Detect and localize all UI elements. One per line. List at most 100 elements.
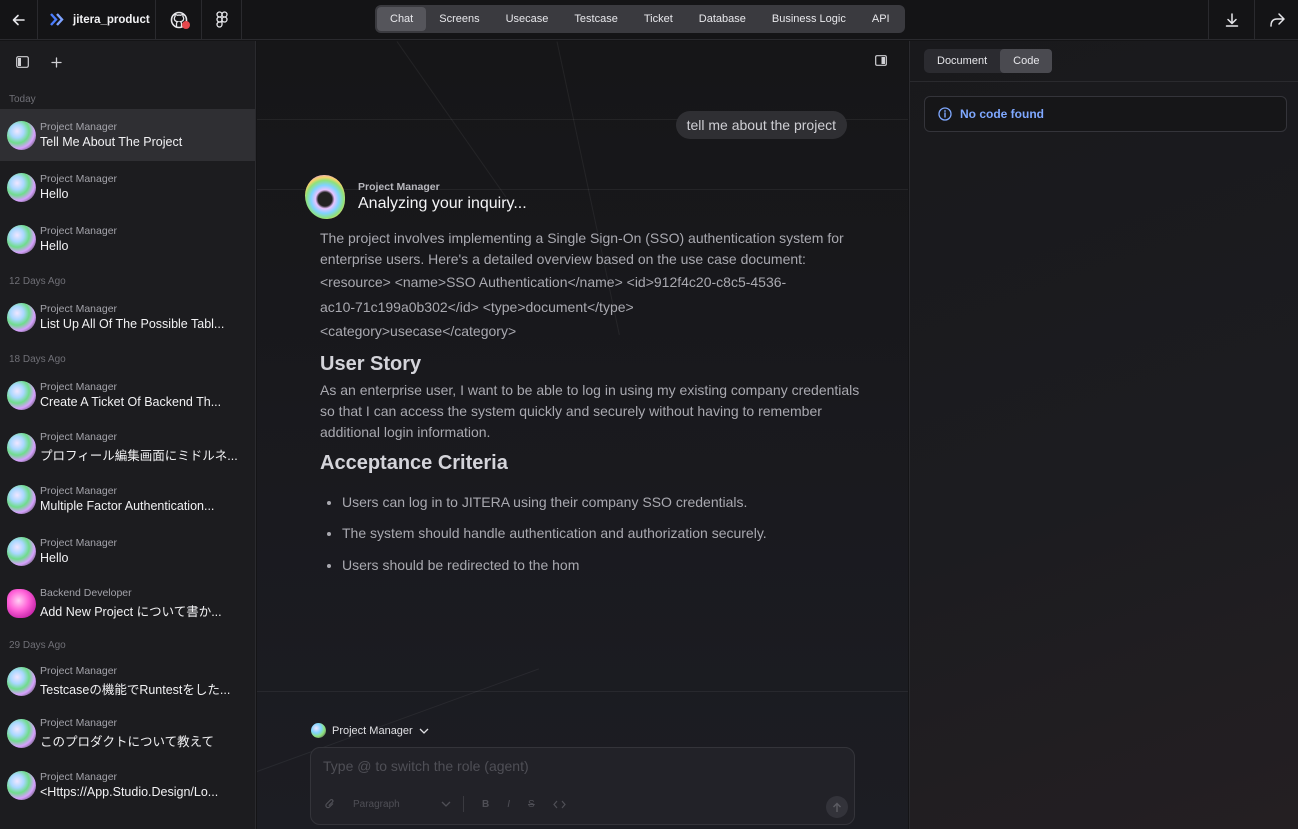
chat-history-item[interactable]: Project Manager Hello [0, 161, 255, 213]
arrow-left-icon [12, 14, 25, 25]
chevron-down-icon[interactable] [441, 801, 451, 807]
project-switcher[interactable]: jitera_product [38, 0, 156, 40]
chat-history-title: Multiple Factor Authentication... [40, 499, 215, 513]
avatar [7, 432, 36, 462]
tab-usecase[interactable]: Usecase [493, 7, 562, 31]
chat-history-sidebar: Today Project Manager Tell Me About The Pr… [0, 41, 256, 829]
chat-history-text: Project Manager Multiple Factor Authentic… [40, 485, 240, 513]
chat-history-item[interactable]: Project Manager プロフィール編集画面にミドルネ... [0, 421, 255, 473]
tab-document[interactable]: Document [924, 49, 1000, 73]
chat-history-item[interactable]: Project Manager List Up All Of The Possib… [0, 291, 255, 343]
chat-history-role: Project Manager [40, 173, 118, 185]
list-item: The system should handle authentication … [320, 518, 860, 550]
avatar [7, 536, 36, 566]
github-button[interactable] [156, 0, 202, 40]
share-icon [1269, 13, 1285, 27]
chat-history-role: Project Manager [40, 121, 118, 133]
chat-history-title: Testcaseの機能でRuntestをした... [40, 682, 231, 697]
chat-history-item[interactable]: Project Manager Testcaseの機能でRuntestをした... [0, 655, 255, 707]
chat-history-title: Hello [40, 187, 69, 201]
paperclip-icon[interactable] [325, 798, 335, 810]
chat-history-item[interactable]: Project Manager Hello [0, 525, 255, 577]
chat-history-item[interactable]: Project Manager このプロダクトについて教えて [0, 707, 255, 759]
chat-history-text: Project Manager List Up All Of The Possib… [40, 303, 240, 331]
resource-line: <category>usecase</category> [320, 323, 517, 339]
agent-role: Project Manager [358, 181, 440, 193]
avatar [7, 302, 36, 332]
list-item: Users can log in to JITERA using their c… [320, 487, 860, 519]
chat-history-text: Project Manager <Https://App.Studio.Desig… [40, 771, 240, 799]
format-select[interactable]: Paragraph [353, 799, 423, 810]
tab-screens[interactable]: Screens [426, 7, 492, 31]
chat-history-item[interactable]: Project Manager Tell Me About The Project [0, 109, 255, 161]
empty-state-notice: No code found [924, 96, 1287, 132]
criteria-list: Users can log in to JITERA using their c… [320, 487, 860, 582]
tab-business-logic[interactable]: Business Logic [759, 7, 859, 31]
send-button[interactable] [826, 796, 848, 818]
tab-testcase[interactable]: Testcase [561, 7, 630, 31]
chevron-down-icon [419, 728, 429, 734]
avatar [7, 484, 36, 514]
figma-icon [215, 11, 228, 28]
panel-tabs: Document Code [924, 49, 1053, 73]
chat-history-text: Project Manager Tell Me About The Project [40, 121, 240, 149]
heading-user-story: User Story [320, 352, 422, 375]
chat-history-item[interactable]: Project Manager Create A Ticket Of Backen… [0, 369, 255, 421]
chat-history-item[interactable]: Project Manager Multiple Factor Authentic… [0, 473, 255, 525]
chat-history-title: プロフィール編集画面にミドルネ... [40, 448, 238, 463]
italic-button[interactable]: I [507, 799, 510, 810]
chat-history-role: Project Manager [40, 485, 118, 497]
sidebar-toolbar [0, 41, 255, 83]
history-group-label: 12 Days Ago [9, 276, 66, 287]
avatar [7, 224, 36, 254]
chat-history-title: Add New Project について書か... [40, 604, 222, 619]
tab-api[interactable]: API [859, 7, 903, 31]
toolbar-divider [463, 796, 464, 812]
chat-history-role: Project Manager [40, 225, 118, 237]
bold-button[interactable]: B [482, 799, 489, 810]
top-bar: jitera_product Chat Screens Usecase Test… [0, 0, 1298, 40]
composer-toolbar: Paragraph B I S [325, 796, 566, 812]
chat-history-item[interactable]: Project Manager Hello [0, 213, 255, 265]
chat-history-title: Hello [40, 551, 69, 565]
download-button[interactable] [1208, 0, 1254, 40]
back-button[interactable] [0, 0, 38, 40]
agent-status: Analyzing your inquiry... [358, 195, 527, 212]
user-story-text: As an enterprise user, I want to be able… [320, 381, 860, 440]
avatar [7, 770, 36, 800]
avatar [7, 588, 36, 618]
chat-history-role: Project Manager [40, 430, 118, 443]
agent-header: Project Manager Analyzing your inquiry..… [305, 175, 527, 219]
chat-history-item[interactable]: Project Manager <Https://App.Studio.Desig… [0, 759, 255, 811]
message-composer: Paragraph B I S [310, 747, 855, 825]
avatar [7, 666, 36, 696]
message-input[interactable] [323, 758, 823, 774]
share-button[interactable] [1254, 0, 1298, 40]
chat-area: tell me about the project Project Manage… [257, 41, 908, 829]
tab-code[interactable]: Code [1000, 49, 1053, 73]
role-selector[interactable]: Project Manager [311, 723, 429, 738]
divider [910, 81, 1298, 82]
code-icon[interactable] [552, 800, 566, 809]
sidebar-toggle-icon[interactable] [16, 56, 29, 68]
plus-icon[interactable] [51, 56, 62, 68]
chat-history-text: Project Manager プロフィール編集画面にミドルネ... [40, 431, 240, 464]
github-error-badge [182, 20, 190, 29]
chat-history-text: Project Manager Create A Ticket Of Backen… [40, 381, 240, 409]
history-group-label: 29 Days Ago [9, 640, 66, 651]
resource-line: <resource> <name>SSO Authentication</nam… [320, 274, 787, 290]
send-icon [833, 802, 841, 812]
tab-chat[interactable]: Chat [377, 7, 427, 31]
chat-history-text: Project Manager Testcaseの機能でRuntestをした... [40, 665, 240, 698]
tab-ticket[interactable]: Ticket [631, 7, 686, 31]
strikethrough-button[interactable]: S [528, 799, 535, 810]
panel-toggle-icon[interactable] [875, 55, 887, 66]
tab-database[interactable]: Database [686, 7, 759, 31]
chat-history-role: Backend Developer [40, 586, 132, 599]
figma-button[interactable] [202, 0, 242, 40]
chat-history-text: Project Manager このプロダクトについて教えて [40, 717, 240, 750]
info-icon [938, 107, 952, 121]
chat-history-item[interactable]: Backend Developer Add New Project について書か.… [0, 577, 255, 629]
chat-history-text: Project Manager Hello [40, 173, 240, 201]
chat-history-title: Create A Ticket Of Backend Th... [40, 395, 222, 409]
